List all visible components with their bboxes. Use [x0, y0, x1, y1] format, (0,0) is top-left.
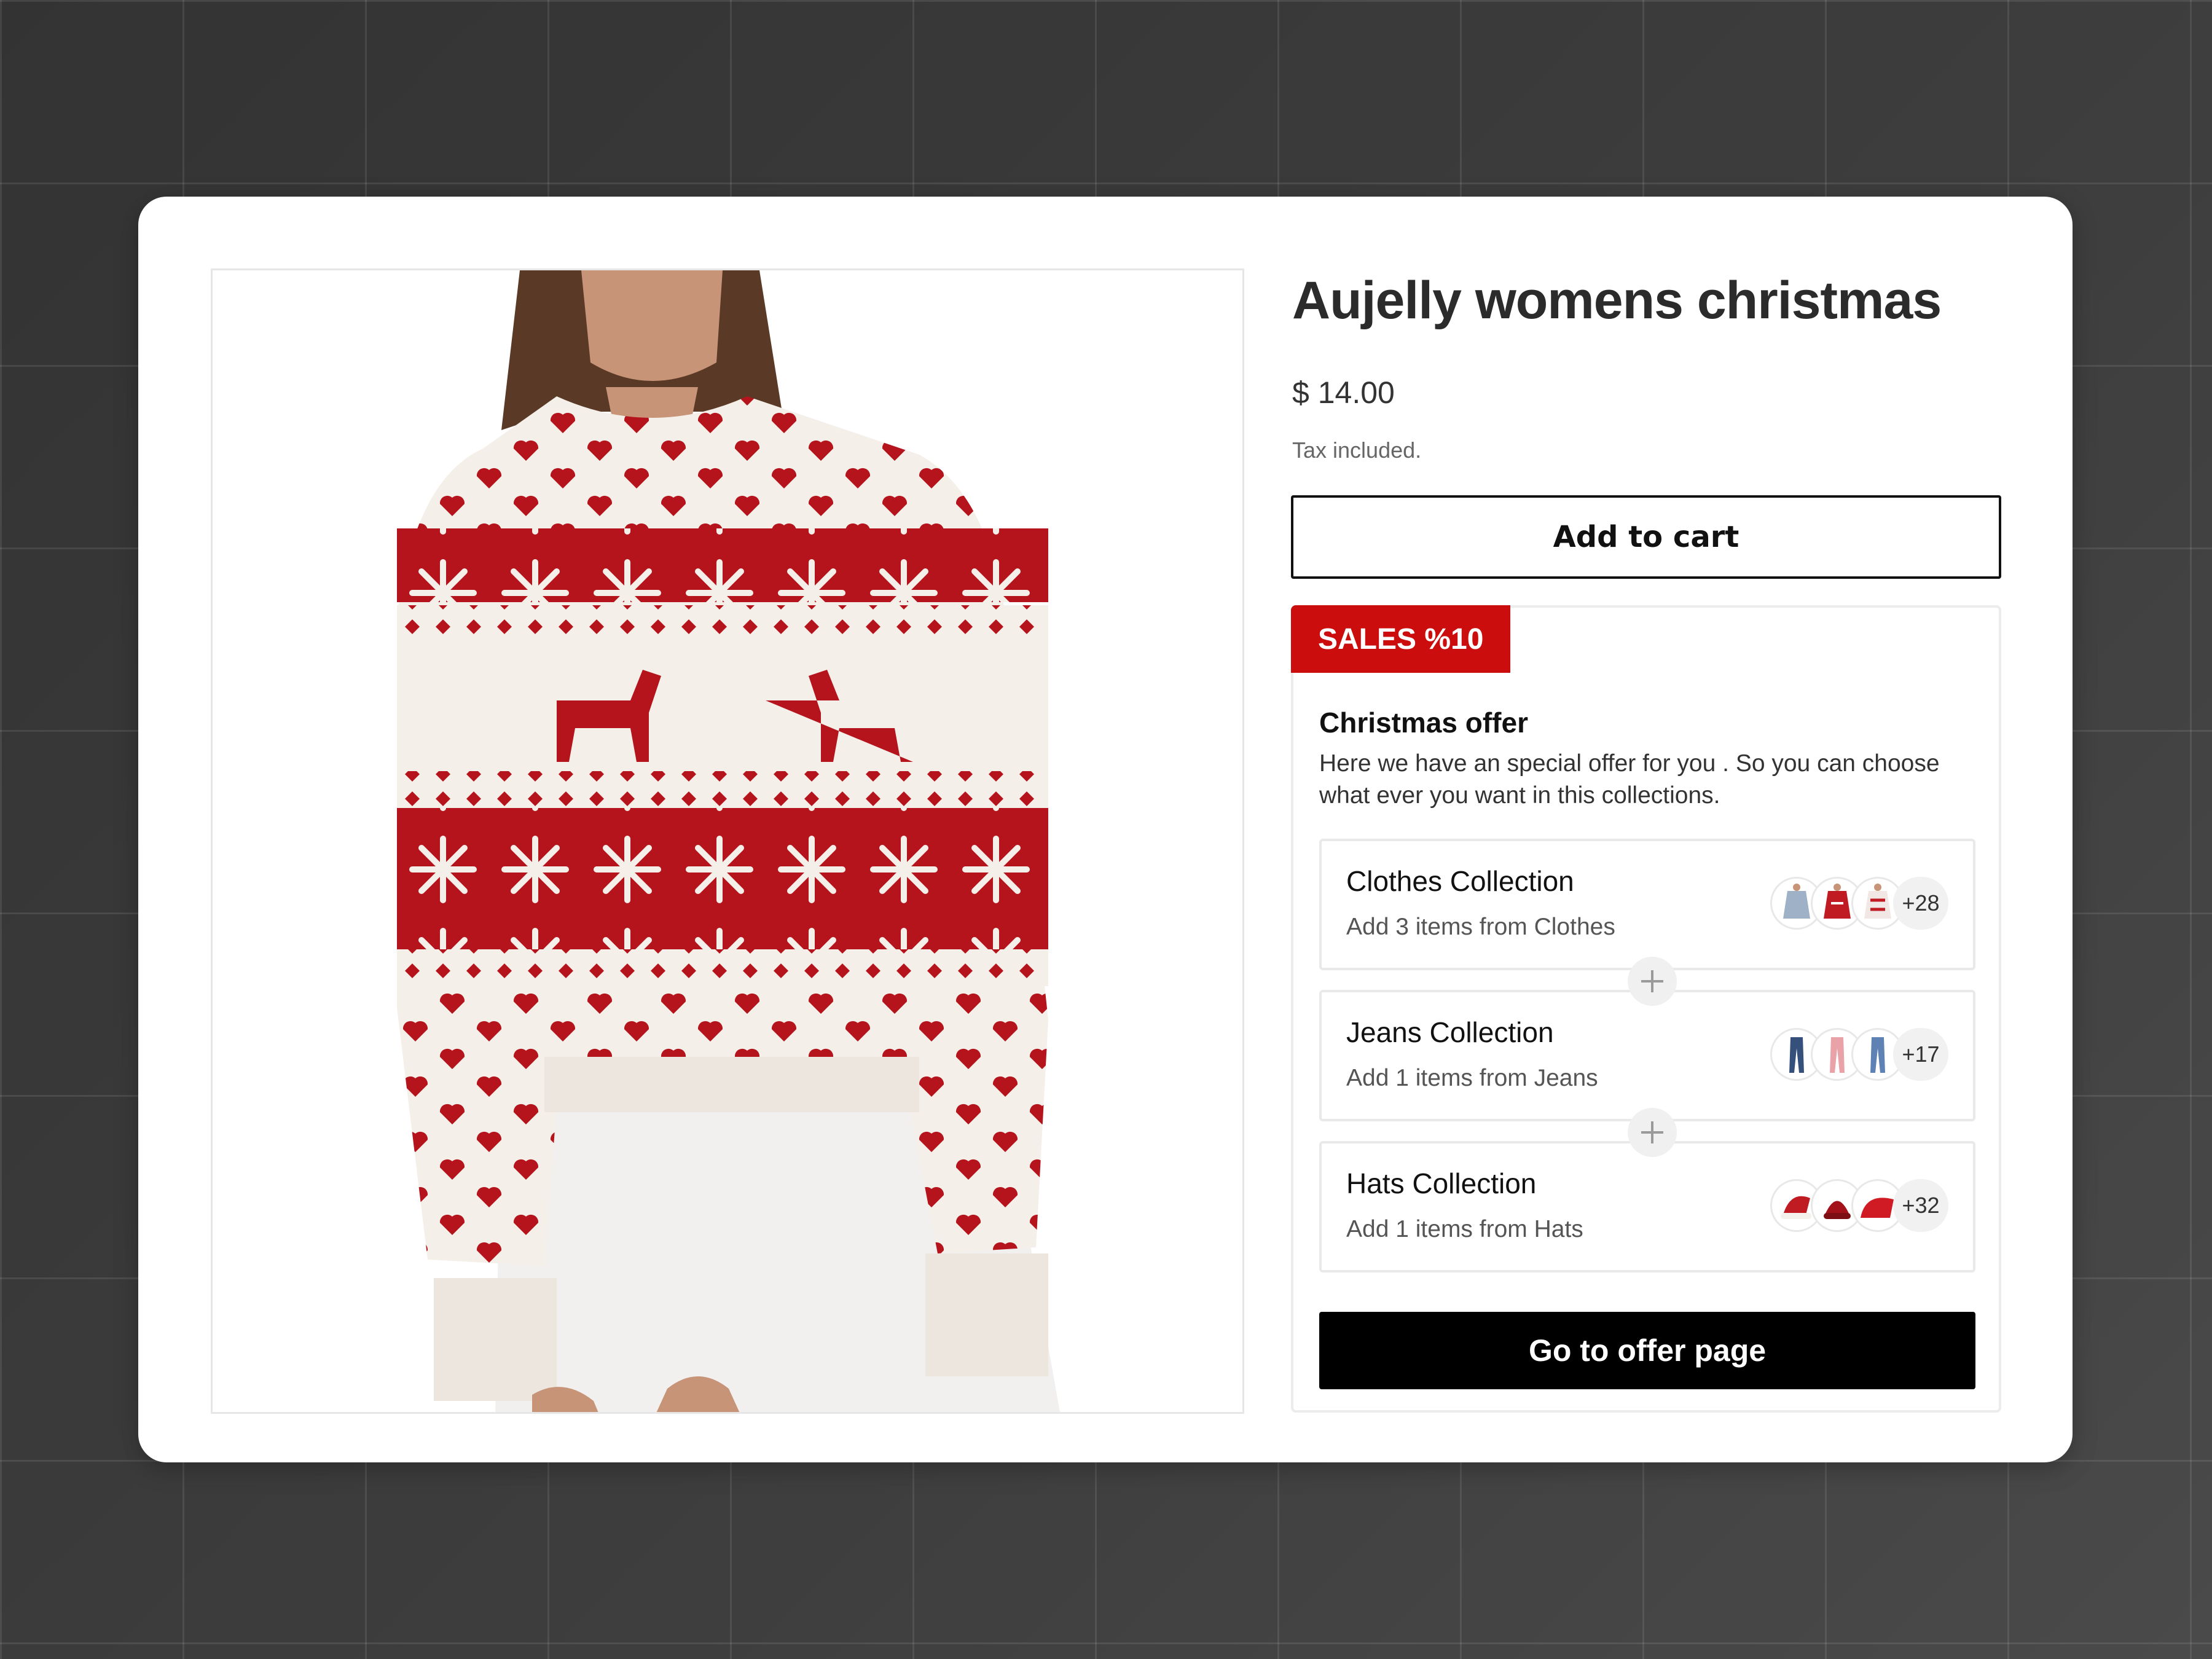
more-items-count: +17	[1893, 1028, 1948, 1081]
offer-title: Christmas offer	[1319, 707, 1528, 739]
product-title: Aujelly womens christmas	[1292, 271, 1942, 330]
collection-jeans[interactable]: Jeans Collection Add 1 items from Jeans …	[1319, 990, 1975, 1121]
collection-thumbnails: +28	[1770, 877, 1948, 932]
product-image[interactable]	[211, 269, 1244, 1414]
product-card: Aujelly womens christmas $ 14.00 Tax inc…	[138, 197, 2073, 1462]
collection-name: Clothes Collection	[1346, 865, 1574, 897]
collection-thumbnails: +32	[1770, 1179, 1948, 1234]
product-price: $ 14.00	[1292, 375, 1395, 410]
collection-subtitle: Add 3 items from Clothes	[1346, 914, 1615, 940]
collection-thumbnails: +17	[1770, 1028, 1948, 1083]
more-items-count: +32	[1893, 1179, 1948, 1232]
sales-badge: SALES %10	[1291, 605, 1511, 673]
collection-clothes[interactable]: Clothes Collection Add 3 items from Clot…	[1319, 839, 1975, 970]
more-items-count: +28	[1893, 877, 1948, 930]
plus-icon	[1628, 957, 1677, 1006]
collection-hats[interactable]: Hats Collection Add 1 items from Hats +3…	[1319, 1141, 1975, 1273]
go-to-offer-button[interactable]: Go to offer page	[1319, 1312, 1975, 1389]
collection-subtitle: Add 1 items from Hats	[1346, 1216, 1583, 1242]
tax-note: Tax included.	[1292, 437, 1422, 463]
collection-name: Hats Collection	[1346, 1167, 1537, 1199]
offer-panel: SALES %10 Christmas offer Here we have a…	[1291, 605, 2001, 1413]
collection-name: Jeans Collection	[1346, 1016, 1554, 1048]
offer-description: Here we have an special offer for you . …	[1319, 750, 1940, 809]
plus-icon	[1628, 1108, 1677, 1157]
add-to-cart-button[interactable]: Add to cart	[1291, 495, 2001, 579]
collection-subtitle: Add 1 items from Jeans	[1346, 1065, 1598, 1091]
